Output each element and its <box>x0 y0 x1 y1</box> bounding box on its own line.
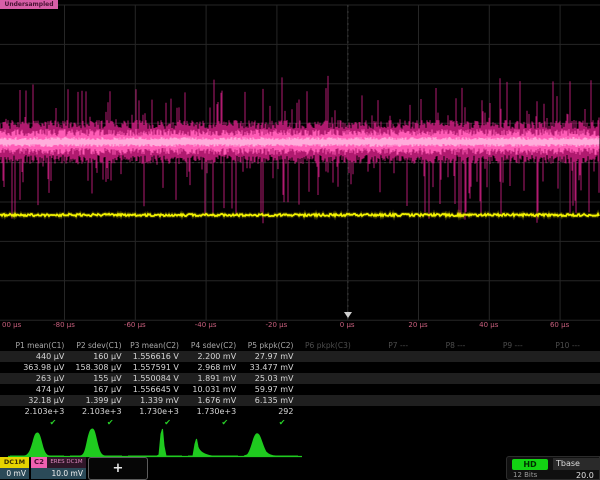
c1-vdiv-value: 0 mV <box>0 468 29 479</box>
c1-coupling-badge[interactable]: DC1M <box>0 457 29 468</box>
histicon-p4 <box>188 439 238 456</box>
time-axis: 00 µs -80 µs -60 µs -40 µs -20 µs 0 µs 20 µs 40… <box>0 321 600 332</box>
measure-value-cell: 27.97 mV <box>240 351 297 362</box>
measure-header-cell-unused[interactable]: P8 --- <box>412 340 469 351</box>
histicon-p5 <box>244 434 298 456</box>
measure-value-cell: 1.676 mV <box>183 395 240 406</box>
time-tick-label: 60 µs <box>550 321 569 329</box>
measure-value-cell: 292 <box>240 406 297 417</box>
measure-header-cell[interactable]: P1 mean(C1) <box>11 340 68 351</box>
timebase-value: 20.0 <box>576 471 594 480</box>
oscilloscope-screen: Undersampled 00 µs -80 µs -60 µs -40 µs -20 … <box>0 0 600 480</box>
undersampled-badge: Undersampled <box>0 0 58 9</box>
measure-value-cell: 474 µV <box>11 384 68 395</box>
measure-value-cell: 160 µV <box>68 351 125 362</box>
measure-value-cell: 1.730e+3 <box>183 406 240 417</box>
measure-value-cell: 1.891 mV <box>183 373 240 384</box>
measure-value-cell: 440 µV <box>11 351 68 362</box>
measure-status-check-icon: ✔ <box>183 417 240 428</box>
measure-value-cell: 6.135 mV <box>240 395 297 406</box>
measure-value-cell: 59.97 mV <box>240 384 297 395</box>
measure-value-cell: 2.968 mV <box>183 362 240 373</box>
measure-value-cell: 1.556645 V <box>126 384 183 395</box>
measure-value-cell: 10.031 mV <box>183 384 240 395</box>
time-tick-label: -40 µs <box>195 321 217 329</box>
measure-status-check-icon: ✔ <box>11 417 68 428</box>
measure-value-cell: 1.339 mV <box>126 395 183 406</box>
measure-value-cell: 33.477 mV <box>240 362 297 373</box>
measure-value-cell: 25.03 mV <box>240 373 297 384</box>
measure-header-cell[interactable]: P2 sdev(C1) <box>68 340 125 351</box>
measure-header-cell-unused[interactable]: P7 --- <box>355 340 412 351</box>
histicon-p2 <box>70 429 122 456</box>
time-tick-label: 0 µs <box>340 321 355 329</box>
measure-value-cell: 1.556616 V <box>126 351 183 362</box>
timebase-descriptor[interactable]: HD Tbase 12 Bits 20.0 <box>506 456 600 480</box>
time-tick-label: 40 µs <box>479 321 498 329</box>
channel-c1-descriptor[interactable]: DC1M 0 mV <box>0 457 29 479</box>
measure-header-cell-unused[interactable]: P10 --- <box>527 340 584 351</box>
time-tick-label: -20 µs <box>266 321 288 329</box>
measure-value-cell: 1.557591 V <box>126 362 183 373</box>
c2-channel-badge[interactable]: C2 <box>31 457 47 468</box>
measure-value-cell: 263 µV <box>11 373 68 384</box>
time-tick-label: 20 µs <box>408 321 427 329</box>
time-tick-label: -80 µs <box>53 321 75 329</box>
histicon-p1 <box>10 433 64 456</box>
measure-header-cell[interactable]: P5 pkpk(C2) <box>240 340 297 351</box>
measurement-table: P1 mean(C1)P2 sdev(C1)P3 mean(C2)P4 sdev… <box>0 340 600 428</box>
measure-status-check-icon: ✔ <box>240 417 297 428</box>
measure-value-cell: 363.98 µV <box>11 362 68 373</box>
measure-header-cell[interactable]: P3 mean(C2) <box>126 340 183 351</box>
measure-status-check-icon: ✔ <box>68 417 125 428</box>
measure-header-cell[interactable]: P4 sdev(C2) <box>183 340 240 351</box>
measure-value-cell: 2.200 mV <box>183 351 240 362</box>
measure-header-cell-unused[interactable]: P9 --- <box>469 340 526 351</box>
measure-value-cell: 1.399 µV <box>68 395 125 406</box>
measure-value-cell: 1.550084 V <box>126 373 183 384</box>
timebase-label: Tbase <box>553 458 600 470</box>
histicon-p3 <box>128 429 182 456</box>
timebase-bits: 12 Bits <box>513 471 537 479</box>
c2-mode-badge[interactable]: ERES DC1M <box>47 457 86 468</box>
measure-value-cell: 158.308 µV <box>68 362 125 373</box>
measure-value-cell: 167 µV <box>68 384 125 395</box>
measurement-histicons <box>8 429 302 457</box>
hd-mode-badge[interactable]: HD <box>512 459 548 470</box>
add-trace-button[interactable]: + <box>88 457 148 480</box>
channel-c2-descriptor[interactable]: C2 ERES DC1M 10.0 mV <box>31 457 86 479</box>
trigger-position-icon[interactable] <box>344 312 352 318</box>
c2-vdiv-value: 10.0 mV <box>31 468 86 479</box>
measure-status-check-icon: ✔ <box>126 417 183 428</box>
measure-value-cell: 1.730e+3 <box>126 406 183 417</box>
measure-value-cell: 2.103e+3 <box>11 406 68 417</box>
measure-value-cell: 2.103e+3 <box>68 406 125 417</box>
time-tick-label: -60 µs <box>124 321 146 329</box>
measure-header-cell-unused[interactable]: P6 pkpk(C3) <box>297 340 354 351</box>
measure-value-cell: 155 µV <box>68 373 125 384</box>
measure-value-cell: 32.18 µV <box>11 395 68 406</box>
time-tick-label: 00 µs <box>2 321 21 329</box>
